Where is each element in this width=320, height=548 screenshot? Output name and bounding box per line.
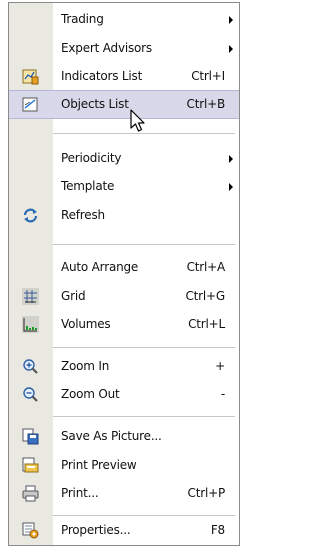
zoom-in-icon	[23, 359, 38, 374]
menu-item-print[interactable]: Print... Ctrl+P	[9, 479, 239, 508]
menu-item-properties[interactable]: Properties... F8	[9, 516, 239, 545]
menu-item-label: Print...	[61, 486, 99, 500]
menu-separator	[53, 244, 235, 245]
menu-item-label: Volumes	[61, 317, 111, 331]
zoom-out-icon	[23, 387, 38, 402]
menu-item-objects-list[interactable]: Objects List Ctrl+B	[9, 90, 239, 119]
save-picture-icon	[22, 428, 39, 445]
menu-item-trading[interactable]: Trading	[9, 5, 239, 34]
properties-icon	[22, 522, 39, 539]
menu-item-expert-advisors[interactable]: Expert Advisors	[9, 34, 239, 63]
chart-context-menu: Trading Expert Advisors Indicators List …	[8, 2, 240, 546]
menu-item-zoom-in[interactable]: Zoom In +	[9, 352, 239, 381]
menu-item-zoom-out[interactable]: Zoom Out -	[9, 380, 239, 409]
menu-item-shortcut: +	[215, 359, 225, 373]
printer-icon	[22, 485, 39, 502]
refresh-icon	[23, 208, 38, 223]
menu-item-shortcut: Ctrl+L	[188, 317, 225, 331]
menu-item-template[interactable]: Template	[9, 172, 239, 201]
indicators-icon	[22, 69, 39, 85]
menu-item-shortcut: Ctrl+B	[186, 97, 226, 111]
menu-item-periodicity[interactable]: Periodicity	[9, 144, 239, 173]
submenu-arrow-icon	[229, 183, 233, 191]
menu-item-label: Zoom Out	[61, 387, 120, 401]
menu-item-refresh[interactable]: Refresh	[9, 201, 239, 230]
menu-item-shortcut: -	[220, 387, 225, 401]
menu-item-label: Template	[61, 179, 115, 193]
menu-item-label: Indicators List	[61, 69, 143, 83]
menu-item-shortcut: Ctrl+G	[185, 289, 225, 303]
submenu-arrow-icon	[229, 45, 233, 53]
objects-icon	[22, 97, 38, 112]
menu-item-label: Zoom In	[61, 359, 110, 373]
menu-item-label: Objects List	[61, 97, 129, 111]
submenu-arrow-icon	[229, 155, 233, 163]
menu-item-print-preview[interactable]: Print Preview	[9, 451, 239, 480]
menu-item-auto-arrange[interactable]: Auto Arrange Ctrl+A	[9, 253, 239, 282]
volumes-icon	[22, 316, 39, 333]
menu-item-shortcut: Ctrl+P	[187, 486, 226, 500]
menu-item-volumes[interactable]: Volumes Ctrl+L	[9, 310, 239, 339]
menu-item-shortcut: F8	[210, 523, 225, 537]
menu-item-indicators-list[interactable]: Indicators List Ctrl+I	[9, 62, 239, 91]
menu-item-shortcut: Ctrl+I	[191, 69, 225, 83]
menu-item-save-as-picture[interactable]: Save As Picture...	[9, 422, 239, 451]
menu-item-label: Print Preview	[61, 458, 137, 472]
print-preview-icon	[22, 457, 39, 473]
menu-item-label: Properties...	[61, 523, 131, 537]
menu-item-label: Auto Arrange	[61, 260, 139, 274]
menu-item-grid[interactable]: Grid Ctrl+G	[9, 282, 239, 311]
menu-item-label: Grid	[61, 289, 86, 303]
submenu-arrow-icon	[229, 16, 233, 24]
menu-item-shortcut: Ctrl+A	[186, 260, 226, 274]
menu-item-label: Refresh	[61, 208, 105, 222]
mouse-pointer-icon	[130, 109, 145, 132]
grid-icon	[22, 288, 39, 305]
menu-separator	[53, 416, 235, 417]
menu-item-label: Periodicity	[61, 151, 122, 165]
menu-item-label: Save As Picture...	[61, 429, 162, 443]
menu-separator	[53, 347, 235, 348]
menu-item-label: Trading	[61, 12, 104, 26]
menu-item-label: Expert Advisors	[61, 41, 152, 55]
